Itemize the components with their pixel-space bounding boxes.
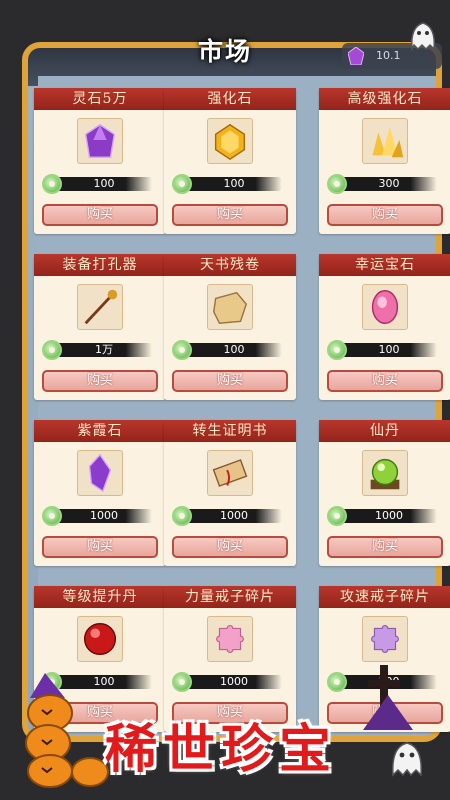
- buy-button[interactable]: 购买: [327, 370, 443, 392]
- witch-hat-icon: [363, 665, 413, 730]
- buy-button[interactable]: 购买: [172, 370, 288, 392]
- item-name: 力量戒子碎片: [164, 586, 296, 608]
- item-price: 300: [378, 177, 400, 190]
- jade-coin-icon: [42, 340, 62, 360]
- buy-button[interactable]: 购买: [172, 536, 288, 558]
- gold-gem-icon: [207, 118, 253, 164]
- item-card: 仙丹 1000 购买: [319, 420, 450, 566]
- item-name: 高级强化石: [319, 88, 450, 110]
- item-name: 天书残卷: [164, 254, 296, 276]
- jade-coin-icon: [172, 174, 192, 194]
- jade-coin-icon: [42, 174, 62, 194]
- item-name: 装备打孔器: [34, 254, 166, 276]
- purple-stone-icon: [77, 450, 123, 496]
- item-card: 天书残卷 100 购买: [164, 254, 296, 400]
- item-card: 力量戒子碎片 1000 购买: [164, 586, 296, 732]
- item-price: 1000: [220, 675, 248, 688]
- item-card: 装备打孔器 1万购买: [34, 254, 166, 400]
- item-price: 100: [223, 177, 245, 190]
- item-name: 仙丹: [319, 420, 450, 442]
- jade-coin-icon: [42, 506, 62, 526]
- gold-crystal-cluster-icon: [362, 118, 408, 164]
- purple-puzzle-icon: [362, 616, 408, 662]
- item-name: 转生证明书: [164, 420, 296, 442]
- buy-button[interactable]: 购买: [327, 204, 443, 226]
- pink-puzzle-icon: [207, 616, 253, 662]
- item-card: 强化石 100 购买: [164, 88, 296, 234]
- pumpkin-decoration-icon: [25, 673, 109, 788]
- item-price: 1000: [375, 509, 403, 522]
- item-price: 1万: [95, 343, 113, 356]
- item-card: 灵石5万 100 购买: [34, 88, 166, 234]
- jade-coin-icon: [172, 672, 192, 692]
- ghost-icon: [392, 742, 422, 777]
- buy-button[interactable]: 购买: [42, 536, 158, 558]
- buy-button[interactable]: 购买: [172, 204, 288, 226]
- pink-gem-icon: [362, 284, 408, 330]
- red-orb-icon: [77, 616, 123, 662]
- item-name: 紫霞石: [34, 420, 166, 442]
- jade-coin-icon: [327, 174, 347, 194]
- jade-coin-icon: [172, 340, 192, 360]
- item-name: 强化石: [164, 88, 296, 110]
- item-price: 100: [378, 343, 400, 356]
- buy-button[interactable]: 购买: [42, 204, 158, 226]
- item-price: 100: [93, 177, 115, 190]
- jade-coin-icon: [327, 506, 347, 526]
- scroll-fragment-icon: [207, 284, 253, 330]
- item-card: 转生证明书 1000 购买: [164, 420, 296, 566]
- item-card: 幸运宝石 100 购买: [319, 254, 450, 400]
- buy-button[interactable]: 购买: [42, 370, 158, 392]
- rare-treasure-banner: 稀世珍宝: [105, 719, 338, 780]
- item-name: 等级提升丹: [34, 586, 166, 608]
- item-name: 灵石5万: [34, 88, 166, 110]
- item-card: 高级强化石 300 购买: [319, 88, 450, 234]
- item-card: 紫霞石 1000 购买: [34, 420, 166, 566]
- item-name: 幸运宝石: [319, 254, 450, 276]
- ghost-icon: [410, 22, 436, 52]
- buy-button[interactable]: 购买: [327, 536, 443, 558]
- green-orb-icon: [362, 450, 408, 496]
- item-price: 1000: [220, 509, 248, 522]
- scroll-icon: [207, 450, 253, 496]
- item-price: 1000: [90, 509, 118, 522]
- drill-tool-icon: [77, 284, 123, 330]
- item-name: 攻速戒子碎片: [319, 586, 450, 608]
- purple-gem-icon: [348, 47, 364, 65]
- purple-crystal-icon: [77, 118, 123, 164]
- currency-value: 10.1: [376, 49, 401, 62]
- item-price: 100: [223, 343, 245, 356]
- jade-coin-icon: [327, 340, 347, 360]
- jade-coin-icon: [327, 672, 347, 692]
- jade-coin-icon: [172, 506, 192, 526]
